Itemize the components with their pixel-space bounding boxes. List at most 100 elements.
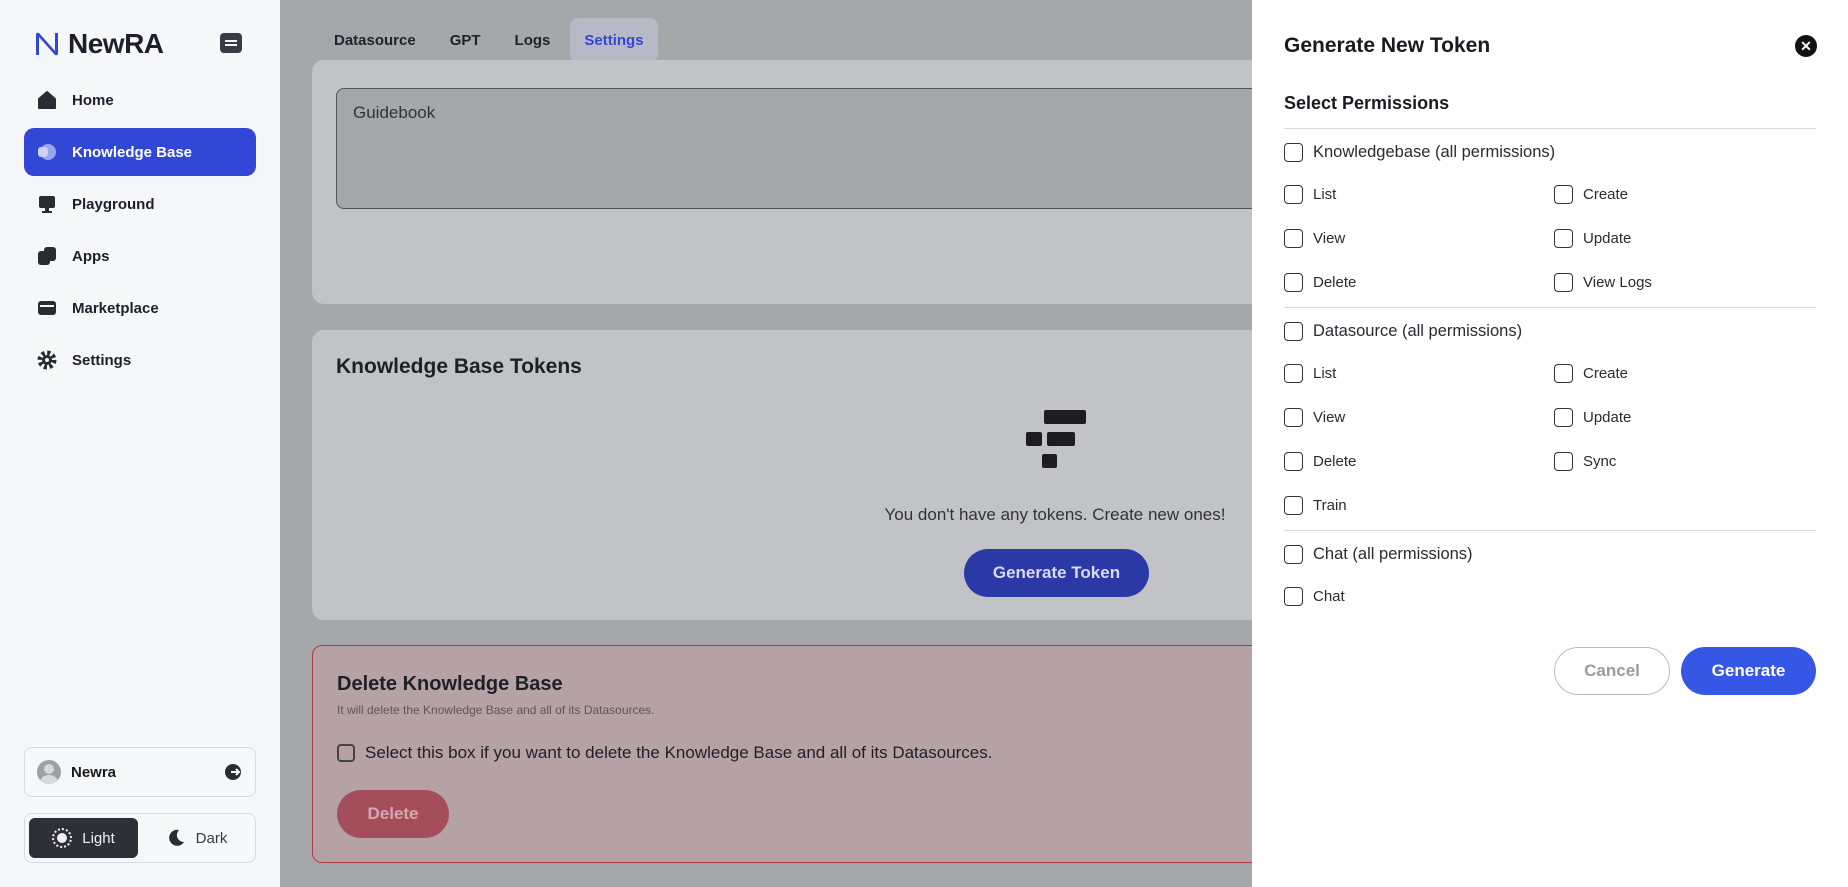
empty-tokens-icon xyxy=(1026,410,1086,468)
perm-chat-chat[interactable]: Chat xyxy=(1284,587,1345,606)
app-name: NewRA xyxy=(68,28,164,59)
sidebar-item-home[interactable]: Home xyxy=(24,76,256,124)
user-name: Newra xyxy=(71,763,117,781)
perm-label: View xyxy=(1313,230,1346,247)
checkbox[interactable] xyxy=(1284,229,1303,248)
perm-ds-view[interactable]: View xyxy=(1284,408,1345,427)
panel-title: Generate New Token xyxy=(1284,34,1491,57)
perm-label: Create xyxy=(1583,186,1629,203)
generate-button[interactable]: Generate xyxy=(1681,647,1816,695)
knowledge-base-icon xyxy=(38,144,56,160)
theme-dark-label: Dark xyxy=(195,829,228,847)
sun-icon xyxy=(52,828,73,848)
perm-kb-create[interactable]: Create xyxy=(1554,185,1628,204)
divider xyxy=(1284,307,1816,308)
perm-ds-sync[interactable]: Sync xyxy=(1554,452,1616,471)
sidebar-item-label: Marketplace xyxy=(72,299,159,317)
checkbox[interactable] xyxy=(1284,452,1303,471)
logout-icon[interactable] xyxy=(223,762,243,782)
apps-icon xyxy=(38,247,56,265)
perm-chat-all[interactable]: Chat (all permissions) xyxy=(1284,545,1473,564)
moon-icon xyxy=(168,829,184,846)
close-icon[interactable]: ✕ xyxy=(1795,35,1817,57)
checkbox[interactable] xyxy=(1284,185,1303,204)
danger-title: Delete Knowledge Base xyxy=(337,673,563,695)
perm-ds-train[interactable]: Train xyxy=(1284,496,1347,515)
perm-knowledgebase-all[interactable]: Knowledgebase (all permissions) xyxy=(1284,143,1555,162)
tab-logs[interactable]: Logs xyxy=(501,18,565,62)
perm-ds-update[interactable]: Update xyxy=(1554,408,1631,427)
theme-light-label: Light xyxy=(82,829,115,847)
sidebar-item-label: Playground xyxy=(72,195,155,213)
delete-confirm-row[interactable]: Select this box if you want to delete th… xyxy=(337,743,992,763)
sidebar-nav: Home Knowledge Base Playground Apps Mark… xyxy=(24,76,256,388)
tab-settings[interactable]: Settings xyxy=(570,18,658,62)
sidebar-item-knowledge-base[interactable]: Knowledge Base xyxy=(24,128,256,176)
checkbox[interactable] xyxy=(1554,229,1573,248)
perm-ds-delete[interactable]: Delete xyxy=(1284,452,1356,471)
checkbox[interactable] xyxy=(1284,273,1303,292)
perm-kb-update[interactable]: Update xyxy=(1554,229,1631,248)
checkbox[interactable] xyxy=(1554,364,1573,383)
sidebar-item-settings[interactable]: Settings xyxy=(24,336,256,384)
marketplace-icon xyxy=(38,301,56,315)
perm-kb-list[interactable]: List xyxy=(1284,185,1336,204)
perm-kb-view[interactable]: View xyxy=(1284,229,1345,248)
delete-confirm-checkbox[interactable] xyxy=(337,744,355,762)
theme-light-option[interactable]: Light xyxy=(29,818,138,858)
perm-datasource-all[interactable]: Datasource (all permissions) xyxy=(1284,322,1522,341)
sidebar-collapse-button[interactable] xyxy=(220,33,242,53)
checkbox[interactable] xyxy=(1554,408,1573,427)
delete-button[interactable]: Delete xyxy=(337,790,449,838)
app-logo[interactable]: NewRA xyxy=(34,28,164,60)
tab-gpt[interactable]: GPT xyxy=(436,18,495,62)
user-card[interactable]: Newra xyxy=(24,747,256,797)
empty-tokens-text: You don't have any tokens. Create new on… xyxy=(884,505,1226,524)
perm-kb-view-logs[interactable]: View Logs xyxy=(1554,273,1652,292)
sidebar-item-apps[interactable]: Apps xyxy=(24,232,256,280)
perm-label: Chat xyxy=(1313,588,1345,605)
avatar xyxy=(37,760,61,784)
perm-label: Delete xyxy=(1313,274,1357,291)
permissions-title: Select Permissions xyxy=(1284,93,1450,113)
checkbox[interactable] xyxy=(1554,452,1573,471)
sidebar-item-label: Apps xyxy=(72,247,110,265)
generate-token-panel: Generate New Token ✕ Select Permissions … xyxy=(1252,0,1848,887)
checkbox[interactable] xyxy=(1554,273,1573,292)
perm-label: View Logs xyxy=(1583,274,1652,291)
delete-confirm-label: Select this box if you want to delete th… xyxy=(365,743,993,762)
checkbox[interactable] xyxy=(1284,322,1303,341)
theme-toggle: Light Dark xyxy=(24,813,256,863)
checkbox[interactable] xyxy=(1284,587,1303,606)
gear-icon xyxy=(37,350,57,370)
sidebar-item-label: Knowledge Base xyxy=(72,143,193,161)
perm-label: List xyxy=(1313,186,1337,203)
danger-subtitle: It will delete the Knowledge Base and al… xyxy=(337,703,655,717)
checkbox[interactable] xyxy=(1284,408,1303,427)
perm-label: Delete xyxy=(1313,453,1357,470)
tab-datasource[interactable]: Datasource xyxy=(320,18,430,62)
perm-label: Sync xyxy=(1583,453,1617,470)
checkbox[interactable] xyxy=(1554,185,1573,204)
perm-label: Update xyxy=(1583,230,1632,247)
perm-label: List xyxy=(1313,365,1337,382)
divider xyxy=(1284,128,1816,129)
perm-ds-list[interactable]: List xyxy=(1284,364,1336,383)
theme-dark-option[interactable]: Dark xyxy=(142,818,251,858)
perm-label: Knowledgebase (all permissions) xyxy=(1313,143,1556,161)
description-textarea[interactable]: Guidebook xyxy=(336,88,1276,209)
perm-ds-create[interactable]: Create xyxy=(1554,364,1628,383)
checkbox[interactable] xyxy=(1284,496,1303,515)
checkbox[interactable] xyxy=(1284,364,1303,383)
tokens-title: Knowledge Base Tokens xyxy=(336,355,582,378)
playground-icon xyxy=(39,196,55,213)
perm-label: Create xyxy=(1583,365,1629,382)
cancel-button[interactable]: Cancel xyxy=(1554,647,1670,695)
checkbox[interactable] xyxy=(1284,143,1303,162)
sidebar-item-marketplace[interactable]: Marketplace xyxy=(24,284,256,332)
generate-token-button[interactable]: Generate Token xyxy=(964,549,1149,597)
checkbox[interactable] xyxy=(1284,545,1303,564)
sidebar-item-playground[interactable]: Playground xyxy=(24,180,256,228)
sidebar: NewRA Home Knowledge Base Playground App… xyxy=(0,0,280,887)
perm-kb-delete[interactable]: Delete xyxy=(1284,273,1356,292)
